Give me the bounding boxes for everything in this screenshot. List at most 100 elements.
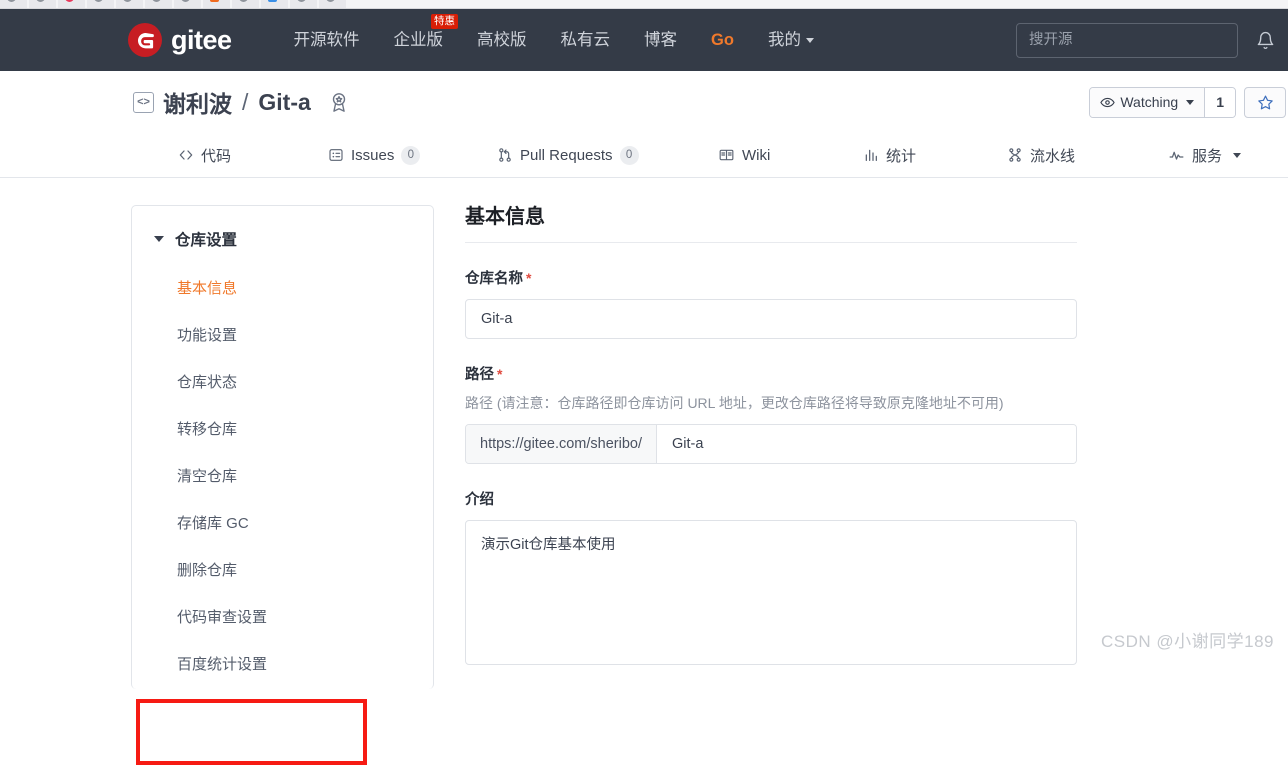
page-title: 基本信息 <box>465 200 1077 243</box>
top-navigation-bar: gitee 开源软件企业版特惠高校版私有云博客 Go 我的 <box>0 9 1288 71</box>
bar-chart-icon <box>863 147 879 163</box>
breadcrumb-separator: / <box>242 89 248 116</box>
nav-link-label: 高校版 <box>477 31 527 49</box>
sidebar-item-功能设置[interactable]: 功能设置 <box>132 312 433 359</box>
tab-统计[interactable]: 统计 <box>863 133 916 177</box>
sidebar-item-仓库状态[interactable]: 仓库状态 <box>132 359 433 406</box>
browser-tab[interactable] <box>116 0 143 8</box>
repository-name[interactable]: Git-a <box>258 89 310 116</box>
sidebar-header-label: 仓库设置 <box>175 228 237 250</box>
sidebar-item-label: 基本信息 <box>177 280 237 297</box>
gitee-logo[interactable]: gitee <box>128 23 232 57</box>
pipeline-icon <box>1007 147 1023 163</box>
chevron-down-icon <box>806 38 814 43</box>
tab-Wiki[interactable]: Wiki <box>718 133 770 177</box>
watch-button-group: Watching 1 <box>1089 87 1236 118</box>
gitee-logo-text: gitee <box>171 27 232 54</box>
tab-服务[interactable]: 服务 <box>1168 133 1241 177</box>
nav-link-开源软件[interactable]: 开源软件 <box>277 9 377 71</box>
tab-label: Issues <box>351 147 394 164</box>
gitee-logo-icon <box>128 23 162 57</box>
tab-Pull Requests[interactable]: Pull Requests0 <box>497 133 639 177</box>
sidebar-item-label: 功能设置 <box>177 327 237 344</box>
repository-code-icon: <> <box>133 92 154 113</box>
pull-request-icon <box>497 147 513 163</box>
annotation-highlight-box <box>136 699 367 765</box>
nav-link-label: 博客 <box>644 31 677 49</box>
repo-name-input[interactable] <box>465 299 1077 339</box>
repository-action-buttons: Watching 1 <box>1089 87 1288 118</box>
sidebar-item-label: 存储库 GC <box>177 515 249 532</box>
tab-favicon-icon <box>152 0 161 2</box>
sidebar-item-基本信息[interactable]: 基本信息 <box>132 265 433 312</box>
sidebar-item-清空仓库[interactable]: 清空仓库 <box>132 453 433 500</box>
browser-tab[interactable] <box>232 0 259 8</box>
award-badge-icon <box>328 91 350 113</box>
settings-main-panel: 基本信息 仓库名称* 路径* 路径 (请注意：仓库路径即仓库访问 URL 地址，… <box>465 200 1077 665</box>
bell-icon[interactable] <box>1252 25 1278 55</box>
watch-button-label: Watching <box>1120 94 1178 110</box>
nav-link-博客[interactable]: 博客 <box>627 9 694 71</box>
sidebar-item-label: 转移仓库 <box>177 421 237 438</box>
browser-tab[interactable] <box>174 0 201 8</box>
repository-header: <> 谢利波 / Git-a Watching 1 <box>0 71 1288 133</box>
repo-path-help-text: 路径 (请注意：仓库路径即仓库访问 URL 地址，更改仓库路径将导致原克隆地址不… <box>465 393 1077 413</box>
issues-icon <box>328 147 344 163</box>
nav-right-group <box>1016 23 1288 58</box>
browser-tab-row <box>0 0 348 8</box>
tab-favicon-icon <box>94 0 103 2</box>
browser-tab[interactable] <box>29 0 56 8</box>
tab-favicon-icon <box>210 0 219 2</box>
repo-intro-label: 介绍 <box>465 488 1077 509</box>
repo-name-label-text: 仓库名称 <box>465 271 523 287</box>
nav-link-Go[interactable]: Go <box>694 9 751 71</box>
browser-tab[interactable] <box>319 0 346 8</box>
chevron-down-icon <box>154 236 164 242</box>
sidebar-item-转移仓库[interactable]: 转移仓库 <box>132 406 433 453</box>
tab-favicon-icon <box>326 0 335 2</box>
nav-link-label: Go <box>711 31 734 49</box>
nav-link-高校版[interactable]: 高校版 <box>460 9 544 71</box>
nav-link-我的[interactable]: 我的 <box>751 9 831 71</box>
tab-label: 服务 <box>1192 145 1222 166</box>
browser-tab[interactable] <box>58 0 85 8</box>
repo-path-input[interactable] <box>657 425 1076 463</box>
sidebar-item-label: 百度统计设置 <box>177 656 267 673</box>
nav-link-私有云[interactable]: 私有云 <box>544 9 628 71</box>
browser-tab[interactable] <box>261 0 288 8</box>
tab-label: 统计 <box>886 145 916 166</box>
tab-favicon-icon <box>181 0 190 2</box>
tab-流水线[interactable]: 流水线 <box>1007 133 1075 177</box>
sidebar-item-存储库 GC[interactable]: 存储库 GC <box>132 500 433 547</box>
chevron-down-icon <box>1186 100 1194 105</box>
eye-icon <box>1100 95 1115 110</box>
sidebar-item-百度统计设置[interactable]: 百度统计设置 <box>132 641 433 688</box>
tab-label: Pull Requests <box>520 147 613 164</box>
book-icon <box>718 147 735 163</box>
tab-Issues[interactable]: Issues0 <box>328 133 420 177</box>
browser-tab[interactable] <box>290 0 317 8</box>
browser-tab[interactable] <box>145 0 172 8</box>
repository-owner[interactable]: 谢利波 <box>163 85 232 119</box>
sidebar-item-删除仓库[interactable]: 删除仓库 <box>132 547 433 594</box>
repo-intro-textarea[interactable] <box>465 520 1077 665</box>
tab-代码[interactable]: 代码 <box>178 133 231 177</box>
watch-count[interactable]: 1 <box>1204 88 1235 117</box>
browser-tab[interactable] <box>203 0 230 8</box>
nav-link-企业版[interactable]: 企业版特惠 <box>377 9 461 71</box>
tab-label: 代码 <box>201 145 231 166</box>
search-input[interactable] <box>1016 23 1238 58</box>
tab-favicon-icon <box>36 0 45 2</box>
tab-label: Wiki <box>742 147 770 164</box>
repo-path-input-group: https://gitee.com/sheribo/ <box>465 424 1077 464</box>
sidebar-header[interactable]: 仓库设置 <box>132 206 433 250</box>
page-body: 仓库设置 基本信息功能设置仓库状态转移仓库清空仓库存储库 GC 删除仓库代码审查设… <box>0 178 1288 662</box>
sidebar-item-代码审查设置[interactable]: 代码审查设置 <box>132 594 433 641</box>
browser-tab[interactable] <box>0 0 27 8</box>
star-button[interactable] <box>1244 87 1286 118</box>
watch-button[interactable]: Watching <box>1090 88 1204 117</box>
nav-promo-badge: 特惠 <box>431 14 458 29</box>
browser-tab[interactable] <box>87 0 114 8</box>
settings-sidebar: 仓库设置 基本信息功能设置仓库状态转移仓库清空仓库存储库 GC 删除仓库代码审查设… <box>131 205 434 689</box>
sidebar-menu: 基本信息功能设置仓库状态转移仓库清空仓库存储库 GC 删除仓库代码审查设置百度统计… <box>132 265 433 688</box>
